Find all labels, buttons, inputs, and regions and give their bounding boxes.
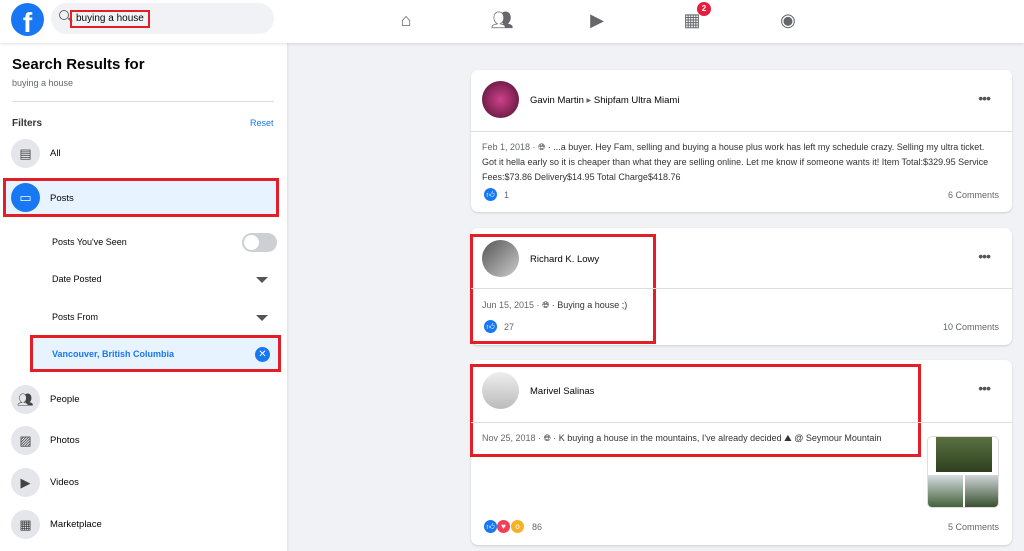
- post-text: Feb 1, 2018 · 🌐︎ · ...a buyer. Hey Fam, …: [482, 140, 997, 185]
- divider: [471, 422, 1012, 423]
- avatar[interactable]: [482, 372, 519, 409]
- avatar[interactable]: [482, 240, 519, 277]
- reset-link[interactable]: Reset: [250, 118, 274, 128]
- sidebar-item-label: Photos: [50, 435, 80, 446]
- search-query: buying a house: [12, 78, 74, 88]
- post-date[interactable]: Jun 15, 2015 ·: [482, 300, 540, 310]
- friends-icon[interactable]: 👥︎: [490, 8, 514, 32]
- photo-thumbnails[interactable]: [927, 436, 999, 508]
- marketplace-icon: ▦: [11, 510, 40, 539]
- post-date[interactable]: Feb 1, 2018 ·: [482, 142, 536, 152]
- divider: [471, 131, 1012, 132]
- post-card: Marivel Salinas ••• Nov 25, 2018 · 🌐︎ · …: [470, 360, 1012, 545]
- reaction-count[interactable]: 1: [504, 190, 509, 200]
- videos-icon: ▶: [11, 468, 40, 497]
- more-options-icon[interactable]: •••: [978, 248, 991, 264]
- arrow-icon: ▸: [586, 95, 592, 106]
- photo[interactable]: [928, 475, 963, 507]
- sidebar-item-posts[interactable]: ▭ Posts: [3, 178, 279, 217]
- more-options-icon[interactable]: •••: [978, 380, 991, 396]
- chevron-down-icon[interactable]: [256, 315, 268, 321]
- all-icon: ▤: [11, 139, 40, 168]
- sidebar-item-label: All: [50, 148, 61, 159]
- sidebar-item-marketplace[interactable]: ▦ Marketplace: [10, 508, 278, 542]
- photos-icon: ▨: [11, 426, 40, 455]
- post-body: · Buying a house ;): [549, 300, 628, 310]
- like-icon: 👍︎: [484, 320, 497, 333]
- clear-icon[interactable]: ✕: [255, 347, 270, 362]
- reaction-count[interactable]: 86: [532, 522, 542, 532]
- comments-link[interactable]: 5 Comments: [948, 522, 999, 532]
- globe-icon: 🌐︎: [543, 433, 551, 443]
- divider: [471, 288, 1012, 289]
- date-posted-dropdown[interactable]: Date Posted: [52, 274, 102, 284]
- post-text: Nov 25, 2018 · 🌐︎ · K buying a house in …: [482, 431, 881, 446]
- notification-badge: 2: [697, 2, 711, 16]
- location-filter-chip[interactable]: Vancouver, British Columbia ✕: [30, 335, 281, 372]
- group-link[interactable]: Shipfam Ultra Miami: [594, 95, 680, 106]
- post-body: · K buying a house in the mountains, I'v…: [550, 433, 882, 443]
- posts-icon: ▭: [11, 183, 40, 212]
- filters-label: Filters: [12, 118, 43, 129]
- people-icon: 👥︎: [11, 385, 40, 414]
- author-name[interactable]: Gavin Martin ▸ Shipfam Ultra Miami: [530, 95, 679, 106]
- post-text: Jun 15, 2015 · 🌐︎ · Buying a house ;): [482, 298, 627, 313]
- like-icon: 👍︎: [484, 188, 497, 201]
- avatar[interactable]: [482, 81, 519, 118]
- post-body: · ...a buyer. Hey Fam, selling and buyin…: [482, 142, 989, 182]
- groups-icon[interactable]: ◉: [776, 8, 800, 32]
- search-input[interactable]: buying a house: [51, 3, 274, 34]
- comments-link[interactable]: 10 Comments: [943, 322, 999, 332]
- filters-sidebar: Search Results for buying a house Filter…: [0, 43, 287, 551]
- posts-seen-toggle[interactable]: [242, 233, 277, 252]
- wow-icon: o: [511, 520, 524, 533]
- sidebar-item-people[interactable]: 👥︎ People: [10, 383, 278, 417]
- location-value: Vancouver, British Columbia: [52, 349, 175, 359]
- chevron-down-icon[interactable]: [256, 277, 268, 283]
- page-title: Search Results for: [12, 56, 145, 73]
- sidebar-item-label: Posts: [50, 193, 74, 204]
- more-options-icon[interactable]: •••: [978, 90, 991, 106]
- like-icon: 👍︎: [484, 520, 497, 533]
- search-value[interactable]: buying a house: [70, 10, 150, 28]
- post-card: Richard K. Lowy ••• Jun 15, 2015 · 🌐︎ · …: [470, 228, 1012, 345]
- love-icon: ♥: [497, 520, 510, 533]
- sidebar-item-videos[interactable]: ▶ Videos: [10, 466, 278, 500]
- posts-seen-label: Posts You've Seen: [52, 237, 127, 247]
- photo[interactable]: [965, 475, 998, 507]
- sidebar-item-label: Videos: [50, 477, 79, 488]
- sidebar-item-label: People: [50, 394, 80, 405]
- author-name[interactable]: Richard K. Lowy: [530, 254, 599, 265]
- facebook-logo[interactable]: f: [11, 3, 44, 36]
- author-link[interactable]: Gavin Martin: [530, 95, 584, 106]
- divider: [12, 101, 274, 102]
- search-icon: [59, 10, 69, 20]
- home-icon[interactable]: ⌂: [394, 8, 418, 32]
- comments-link[interactable]: 6 Comments: [948, 190, 999, 200]
- top-bar: f buying a house ⌂ 👥︎ ▶ ▦ 2 ◉: [0, 0, 1024, 43]
- reaction-count[interactable]: 27: [504, 322, 514, 332]
- watch-icon[interactable]: ▶: [585, 8, 609, 32]
- posts-from-dropdown[interactable]: Posts From: [52, 312, 98, 322]
- photo[interactable]: [936, 437, 992, 472]
- marketplace-icon[interactable]: ▦ 2: [680, 2, 711, 32]
- post-card: Gavin Martin ▸ Shipfam Ultra Miami ••• F…: [471, 70, 1012, 212]
- sidebar-item-all[interactable]: ▤ All: [10, 137, 278, 171]
- author-name[interactable]: Marivel Salinas: [530, 386, 594, 397]
- post-date[interactable]: Nov 25, 2018 ·: [482, 433, 541, 443]
- sidebar-item-photos[interactable]: ▨ Photos: [10, 424, 278, 458]
- sidebar-item-label: Marketplace: [50, 519, 102, 530]
